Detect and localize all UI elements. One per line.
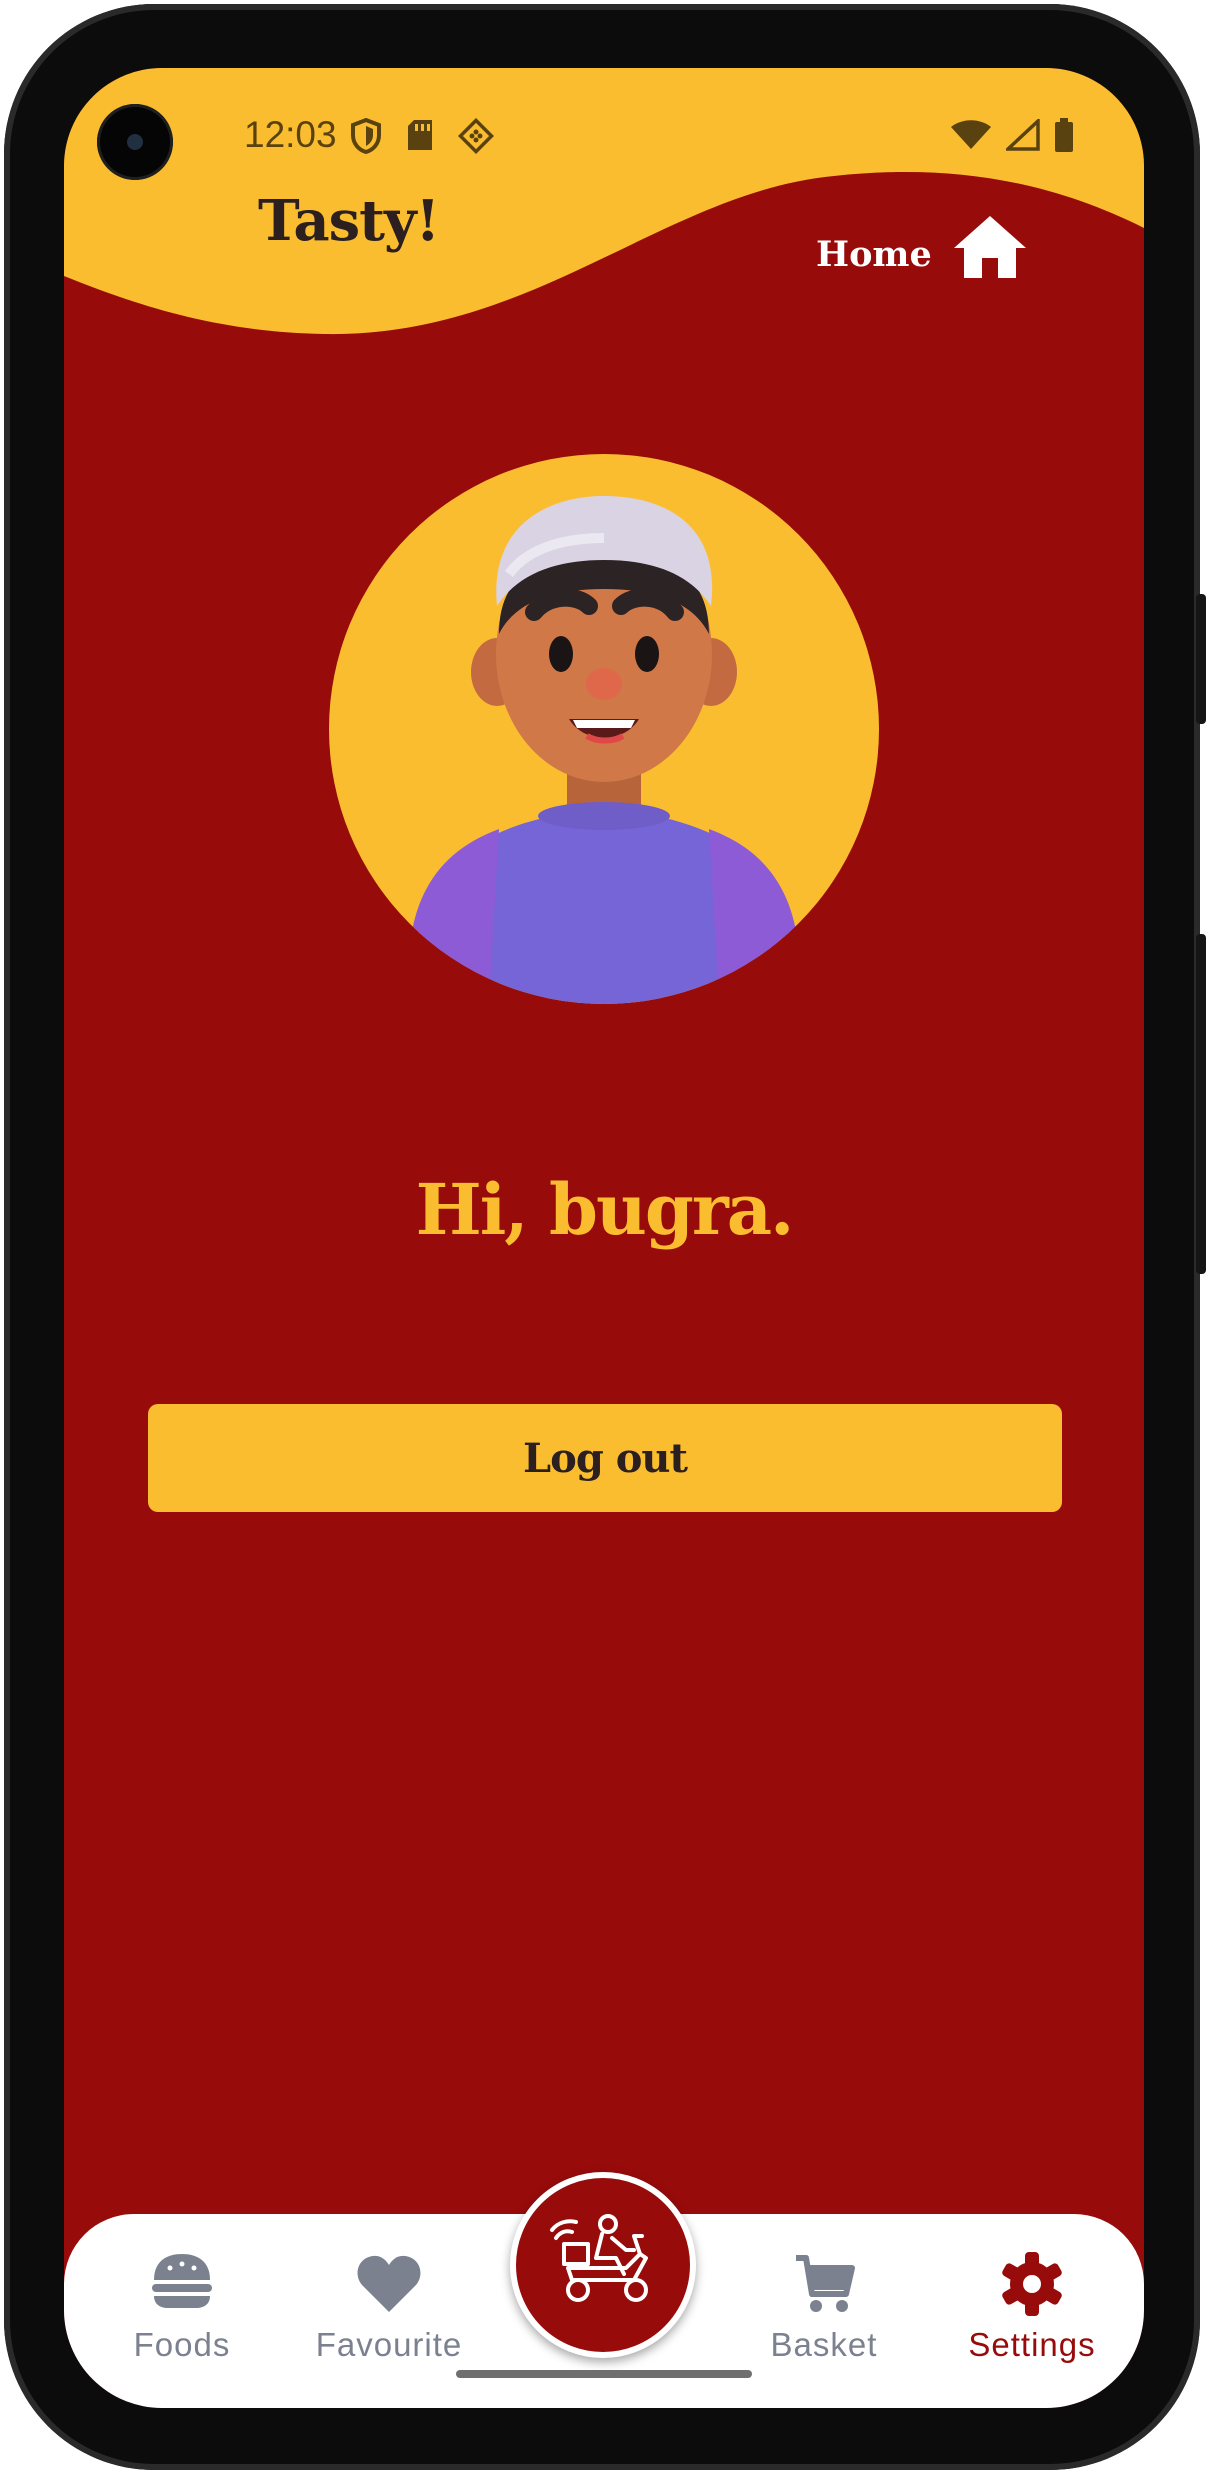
volume-button <box>1196 934 1206 1274</box>
shield-icon <box>351 118 381 154</box>
battery-icon <box>1055 118 1073 152</box>
delivery-fab[interactable] <box>510 2172 696 2358</box>
cart-icon <box>796 2255 855 2312</box>
status-icons-left <box>350 118 494 154</box>
nav-label-basket: Basket <box>770 2326 878 2363</box>
nav-item-favourite[interactable]: Favourite <box>289 2250 489 2364</box>
nav-item-foods[interactable]: Foods <box>82 2250 282 2364</box>
gesture-bar <box>456 2370 752 2378</box>
burger-icon <box>152 2254 212 2308</box>
nav-label-favourite: Favourite <box>315 2326 463 2363</box>
nav-label-settings: Settings <box>968 2326 1096 2363</box>
home-icon[interactable] <box>952 214 1028 280</box>
cell-signal-icon <box>1006 119 1040 151</box>
screen: 12:03 Tasty! Home Hi, bugra. Log out Foo… <box>64 68 1144 2408</box>
avatar-illustration <box>409 496 799 1004</box>
wifi-icon <box>951 120 991 149</box>
status-icons-right <box>950 118 1074 152</box>
phone-frame: 12:03 Tasty! Home Hi, bugra. Log out Foo… <box>4 4 1206 2470</box>
app-notification-icon <box>458 118 494 154</box>
nav-item-basket[interactable]: Basket <box>724 2250 924 2364</box>
nav-item-settings[interactable]: Settings <box>932 2250 1132 2364</box>
power-button <box>1196 594 1206 724</box>
gear-icon <box>1002 2252 1062 2316</box>
app-title: Tasty! <box>258 188 440 254</box>
avatar <box>329 454 879 1004</box>
greeting: Hi, bugra. <box>415 1168 795 1251</box>
logout-button[interactable]: Log out <box>148 1404 1062 1512</box>
delivery-scooter-icon <box>550 2214 648 2302</box>
status-time: 12:03 <box>244 114 337 155</box>
sd-card-icon <box>408 120 432 150</box>
heart-icon <box>357 2255 421 2312</box>
front-camera <box>97 104 173 180</box>
nav-label-foods: Foods <box>133 2326 231 2363</box>
home-label[interactable]: Home <box>816 234 932 275</box>
